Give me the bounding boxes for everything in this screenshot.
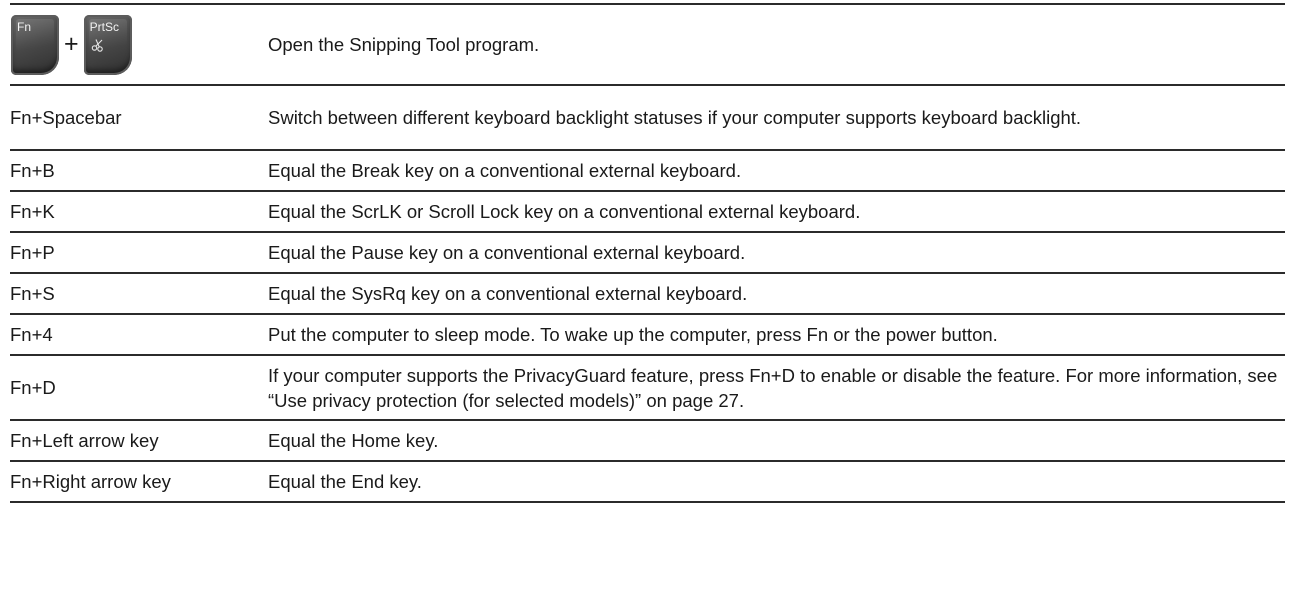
table-row: Fn+D If your computer supports the Priva…	[10, 355, 1285, 420]
key-cell: Fn+D	[10, 377, 56, 398]
description-cell: Equal the Break key on a conventional ex…	[268, 160, 742, 181]
key-cell: Fn+Right arrow key	[10, 471, 171, 492]
description-cell: Equal the End key.	[268, 471, 422, 492]
key-cell: Fn+P	[10, 242, 55, 263]
description-cell: Equal the ScrLK or Scroll Lock key on a …	[268, 201, 861, 222]
key-cell: Fn+K	[10, 201, 55, 222]
table-row: Fn+K Equal the ScrLK or Scroll Lock key …	[10, 191, 1285, 232]
table-row: Fn+Right arrow key Equal the End key.	[10, 461, 1285, 502]
scissors-icon	[91, 38, 103, 52]
table-row: Fn + PrtSc Open the Snipping Tool progra…	[10, 4, 1285, 85]
document-page: Fn + PrtSc Open the Snipping Tool progra…	[0, 0, 1292, 595]
table-row: Fn+P Equal the Pause key on a convention…	[10, 232, 1285, 273]
fn-key-label: Fn	[17, 19, 32, 34]
description-cell: Open the Snipping Tool program.	[268, 34, 540, 55]
key-cell: Fn+Left arrow key	[10, 430, 159, 451]
key-cell: Fn+S	[10, 283, 55, 304]
prtsc-key-icon: PrtSc	[83, 14, 132, 75]
description-cell: Put the computer to sleep mode. To wake …	[268, 324, 998, 345]
description-cell: Equal the Home key.	[268, 430, 439, 451]
key-cell: Fn+Spacebar	[10, 107, 122, 128]
table-row: Fn+Left arrow key Equal the Home key.	[10, 420, 1285, 461]
description-cell: Equal the Pause key on a conventional ex…	[268, 242, 746, 263]
key-cell: Fn + PrtSc	[10, 4, 268, 85]
key-cell: Fn+4	[10, 324, 53, 345]
fn-key-icon: Fn	[11, 14, 59, 75]
table-row: Fn+B Equal the Break key on a convention…	[10, 150, 1285, 191]
description-cell: Equal the SysRq key on a conventional ex…	[268, 283, 748, 304]
prtsc-key-label: PrtSc	[89, 19, 119, 34]
table-row: Fn+Spacebar Switch between different key…	[10, 85, 1285, 150]
description-cell: If your computer supports the PrivacyGua…	[268, 364, 1278, 411]
key-cell: Fn+B	[10, 160, 55, 181]
table-row: Fn+S Equal the SysRq key on a convention…	[10, 273, 1285, 314]
fn-key-combinations-table: Fn + PrtSc Open the Snipping Tool progra…	[10, 3, 1285, 503]
table-row: Fn+4 Put the computer to sleep mode. To …	[10, 314, 1285, 355]
description-cell: Switch between different keyboard backli…	[268, 107, 1082, 128]
plus-sign: +	[64, 30, 79, 58]
fn-prtsc-key-image: Fn + PrtSc	[10, 14, 268, 75]
